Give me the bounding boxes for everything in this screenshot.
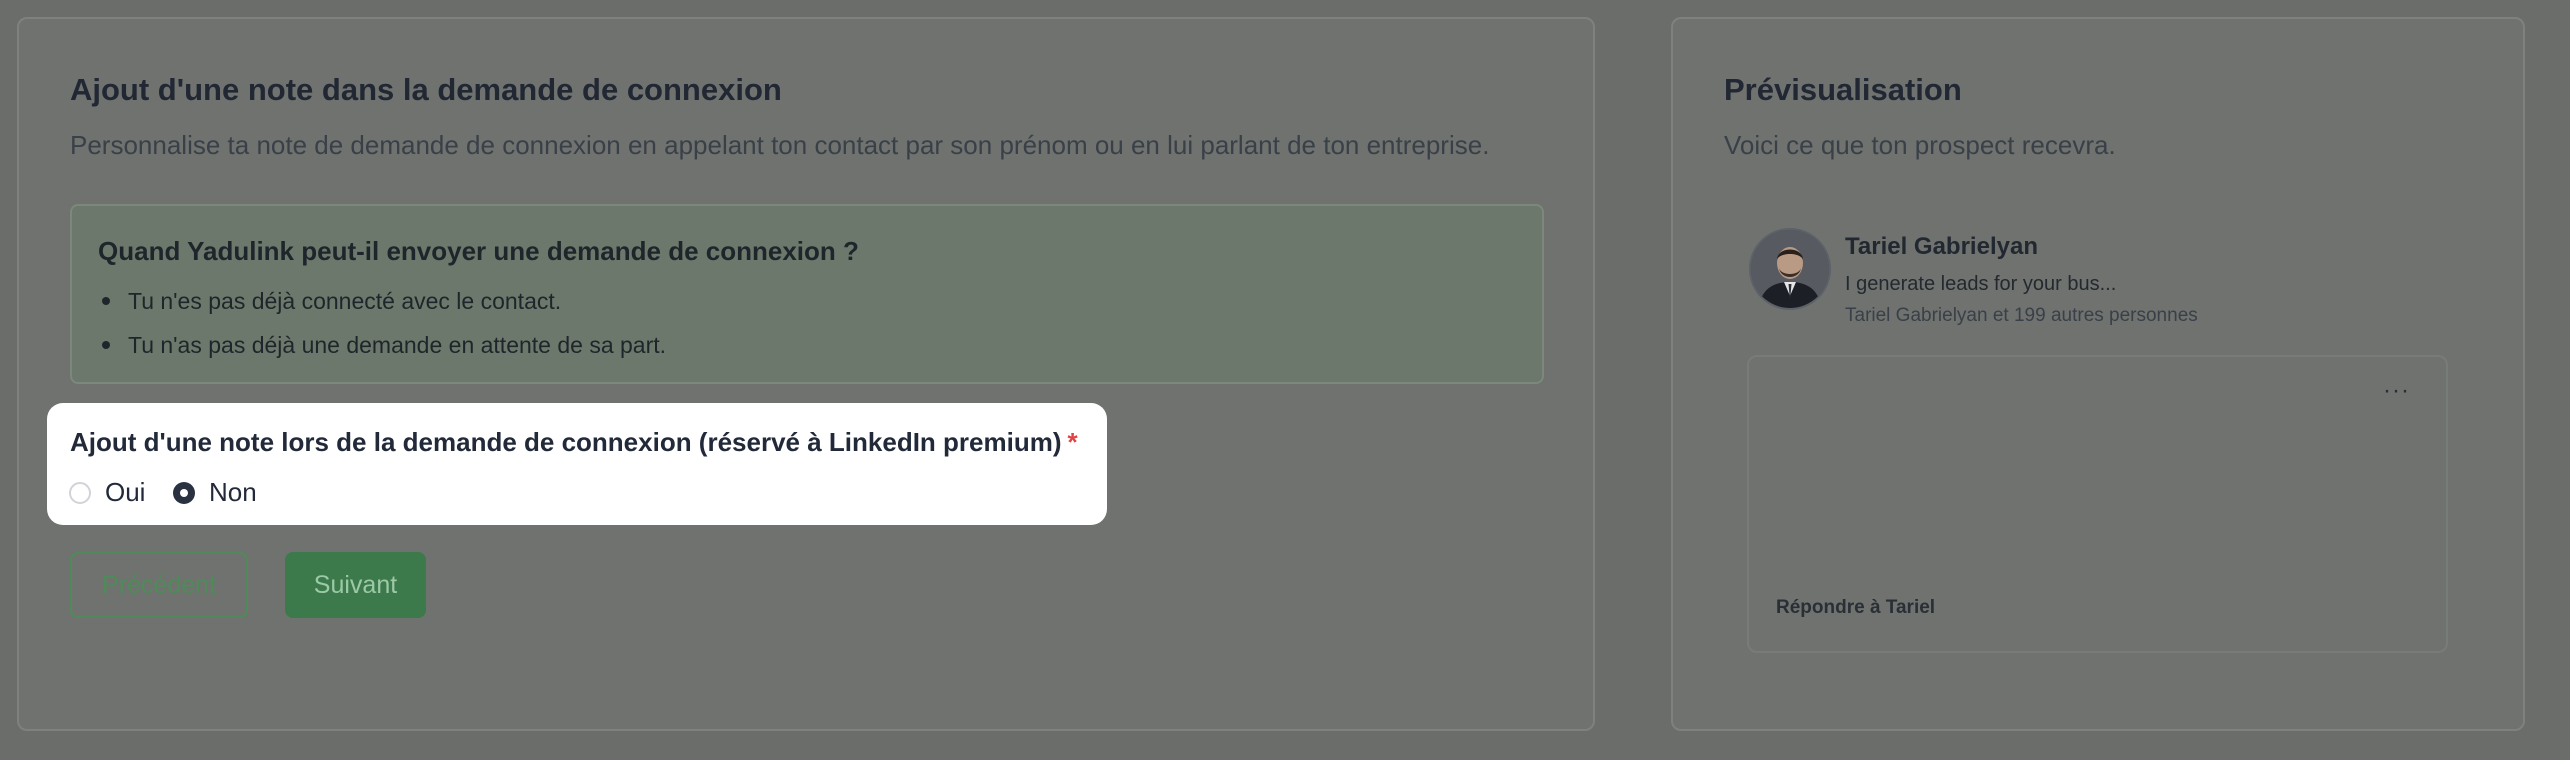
prospect-connections: Tariel Gabrielyan et 199 autres personne… bbox=[1845, 305, 2198, 326]
radio-oui[interactable]: Oui bbox=[69, 477, 145, 508]
prospect-name: Tariel Gabrielyan bbox=[1845, 233, 2038, 260]
prospect-headline: I generate leads for your bus... bbox=[1845, 273, 2117, 295]
note-option-panel: Ajout d'une note lors de la demande de c… bbox=[47, 403, 1107, 525]
avatar bbox=[1749, 228, 1831, 310]
previous-button[interactable]: Précédent bbox=[70, 552, 248, 618]
info-bullet: Tu n'as pas déjà une demande en attente … bbox=[98, 332, 666, 359]
more-options-icon[interactable]: ··· bbox=[2383, 377, 2410, 405]
preview-title: Prévisualisation bbox=[1724, 72, 1962, 107]
info-box: Quand Yadulink peut-il envoyer une deman… bbox=[70, 204, 1544, 384]
required-marker: * bbox=[1067, 427, 1078, 457]
note-option-label: Ajout d'une note lors de la demande de c… bbox=[70, 427, 1078, 458]
bullet-dot-icon bbox=[102, 296, 110, 305]
info-bullet: Tu n'es pas déjà connecté avec le contac… bbox=[98, 288, 561, 315]
preview-subtitle: Voici ce que ton prospect recevra. bbox=[1724, 130, 2116, 160]
radio-oui-label: Oui bbox=[105, 477, 146, 507]
next-button[interactable]: Suivant bbox=[285, 552, 426, 618]
person-avatar-icon bbox=[1751, 230, 1829, 308]
message-preview: ··· Répondre à Tariel bbox=[1747, 355, 2448, 653]
note-option-label-text: Ajout d'une note lors de la demande de c… bbox=[70, 427, 1062, 457]
reply-link[interactable]: Répondre à Tariel bbox=[1776, 597, 1935, 619]
radio-unchecked-icon[interactable] bbox=[69, 481, 91, 504]
info-bullet-text: Tu n'es pas déjà connecté avec le contac… bbox=[128, 288, 562, 314]
bullet-dot-icon bbox=[102, 340, 110, 349]
section-subtitle: Personnalise ta note de demande de conne… bbox=[70, 130, 1490, 160]
radio-checked-icon[interactable] bbox=[173, 481, 195, 504]
radio-non-label: Non bbox=[209, 477, 257, 507]
info-title: Quand Yadulink peut-il envoyer une deman… bbox=[98, 236, 859, 266]
radio-non[interactable]: Non bbox=[173, 477, 257, 508]
info-bullet-text: Tu n'as pas déjà une demande en attente … bbox=[128, 332, 667, 358]
section-title: Ajout d'une note dans la demande de conn… bbox=[70, 72, 782, 107]
